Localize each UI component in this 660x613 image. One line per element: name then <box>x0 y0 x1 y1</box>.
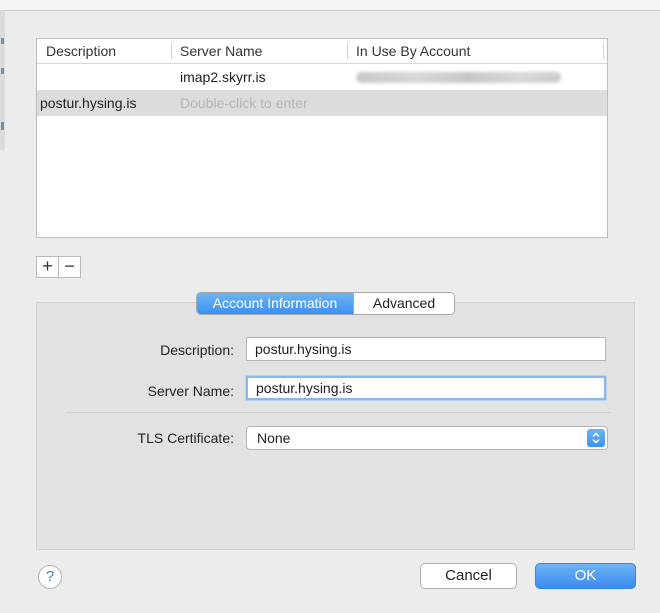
ok-button[interactable]: OK <box>535 563 636 589</box>
cell-server-name: imap2.skyrr.is <box>180 69 266 85</box>
cell-server-name-placeholder[interactable]: Double-click to enter <box>180 95 308 111</box>
tab-advanced[interactable]: Advanced <box>353 293 454 314</box>
description-label: Description: <box>160 342 234 358</box>
tls-certificate-select[interactable]: None <box>246 426 608 450</box>
table-row-selected[interactable]: postur.hysing.is Double-click to enter <box>37 90 607 116</box>
help-button[interactable]: ? <box>38 565 62 589</box>
tls-certificate-value: None <box>257 430 291 446</box>
smtp-server-table[interactable]: Description Server Name In Use By Accoun… <box>36 38 608 238</box>
column-header-server-name[interactable]: Server Name <box>180 43 262 59</box>
window-left-edge <box>0 10 5 150</box>
table-header: Description Server Name In Use By Accoun… <box>37 39 607 64</box>
form-divider <box>66 412 611 413</box>
settings-tabs: Account Information Advanced <box>196 292 455 315</box>
chevron-up-down-icon <box>587 429 605 447</box>
description-field[interactable] <box>246 337 606 361</box>
column-header-description[interactable]: Description <box>46 43 116 59</box>
cancel-button[interactable]: Cancel <box>420 563 517 589</box>
cell-description: postur.hysing.is <box>40 95 137 111</box>
add-server-button[interactable]: + <box>36 256 59 278</box>
cell-account-redacted <box>356 72 561 83</box>
window-top-edge <box>0 0 660 11</box>
remove-server-button[interactable]: − <box>58 256 81 278</box>
server-name-label: Server Name: <box>147 383 234 399</box>
table-row[interactable]: imap2.skyrr.is <box>37 64 607 90</box>
server-name-field[interactable] <box>246 376 606 400</box>
tab-account-information[interactable]: Account Information <box>197 293 353 314</box>
tls-certificate-label: TLS Certificate: <box>137 430 234 446</box>
column-header-in-use-by-account[interactable]: In Use By Account <box>356 43 470 59</box>
